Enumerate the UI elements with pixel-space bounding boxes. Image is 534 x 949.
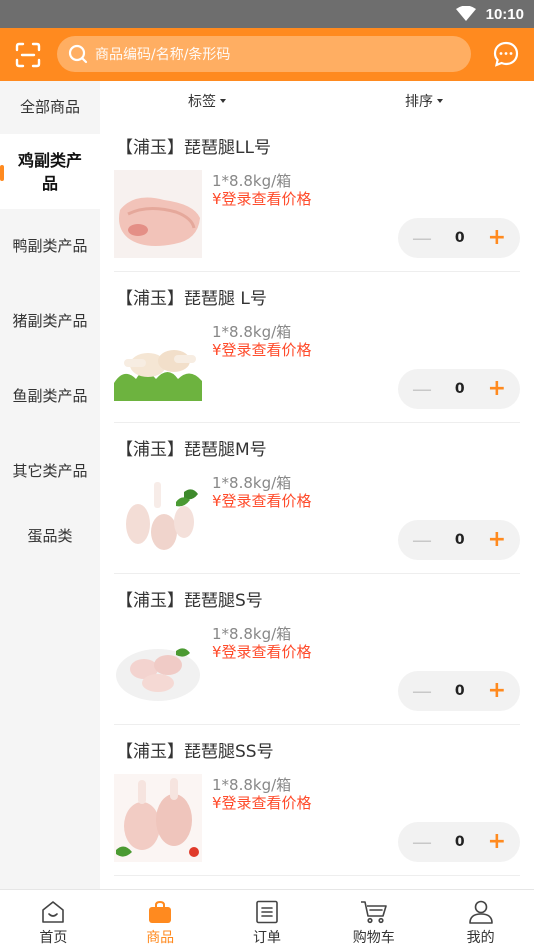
- home-icon: [42, 901, 65, 923]
- sidebar-item-label: 鸡副类产品: [17, 150, 82, 193]
- sidebar-item-all[interactable]: 全部商品: [0, 81, 100, 134]
- search-icon: [68, 44, 88, 64]
- quantity-stepper: — 0 +: [398, 520, 520, 560]
- product-title: 【浦玉】琵琶腿M号: [116, 440, 267, 460]
- quantity-stepper: — 0 +: [398, 671, 520, 711]
- minus-button[interactable]: —: [412, 832, 432, 852]
- tag-filter[interactable]: 标签: [188, 91, 226, 111]
- minus-button[interactable]: —: [412, 681, 432, 701]
- product-image: [114, 623, 202, 711]
- caret-down-icon: [220, 99, 226, 103]
- minus-button[interactable]: —: [412, 228, 432, 248]
- nav-cart[interactable]: 购物车: [320, 890, 427, 949]
- sidebar-item-label: 其它类产品: [12, 462, 88, 480]
- user-icon: [468, 900, 493, 924]
- message-button[interactable]: [492, 40, 520, 68]
- chat-bubble-icon: [493, 41, 519, 67]
- filter-bar: 标签 排序: [100, 81, 534, 121]
- product-price: ¥登录查看价格: [212, 190, 312, 208]
- sidebar-item-label: 全部商品: [19, 98, 80, 116]
- product-card[interactable]: 【浦玉】琵琶腿M号 1*8.8kg/箱 ¥登录查看价格 — 0 +: [114, 423, 520, 574]
- sidebar-item-label: 蛋品类: [27, 527, 73, 545]
- sidebar-item-eggs[interactable]: 蛋品类: [0, 509, 100, 564]
- shopping-bag-icon: [149, 900, 172, 923]
- quantity-value[interactable]: 0: [455, 230, 465, 246]
- scan-button[interactable]: [0, 28, 56, 81]
- sort-filter-label: 排序: [405, 94, 433, 110]
- nav-orders-label: 订单: [252, 930, 281, 946]
- product-title: 【浦玉】琵琶腿LL号: [116, 138, 271, 158]
- sidebar-item-label: 猪副类产品: [12, 312, 88, 330]
- nav-orders[interactable]: 订单: [214, 890, 321, 949]
- product-price: ¥登录查看价格: [212, 794, 312, 812]
- sort-filter[interactable]: 排序: [405, 91, 443, 111]
- nav-products[interactable]: 商品: [107, 890, 214, 949]
- product-list: 【浦玉】琵琶腿LL号 1*8.8kg/箱 ¥登录查看价格 — 0 + 【浦玉】琵…: [100, 121, 534, 876]
- nav-profile[interactable]: 我的: [427, 890, 534, 949]
- plus-button[interactable]: +: [488, 378, 506, 400]
- product-image: [114, 321, 202, 409]
- nav-home[interactable]: 首页: [0, 890, 107, 949]
- nav-products-label: 商品: [146, 930, 175, 946]
- product-price: ¥登录查看价格: [212, 341, 312, 359]
- quantity-value[interactable]: 0: [455, 532, 465, 548]
- quantity-stepper: — 0 +: [398, 369, 520, 409]
- product-image: [114, 774, 202, 862]
- sidebar-item-fish[interactable]: 鱼副类产品: [0, 359, 100, 434]
- quantity-stepper: — 0 +: [398, 218, 520, 258]
- product-price: ¥登录查看价格: [212, 492, 312, 510]
- search-input[interactable]: 商品编码/名称/条形码: [57, 36, 471, 72]
- wifi-icon: [455, 6, 476, 21]
- status-time: 10:10: [485, 5, 524, 23]
- product-card[interactable]: 【浦玉】琵琶腿SS号 1*8.8kg/箱 ¥登录查看价格 — 0 +: [114, 725, 520, 876]
- quantity-stepper: — 0 +: [398, 822, 520, 862]
- order-list-icon: [256, 900, 278, 924]
- quantity-value[interactable]: 0: [455, 683, 465, 699]
- product-image: [114, 170, 202, 258]
- status-bar: 10:10: [0, 0, 534, 28]
- bottom-nav: 首页 商品 订单 购物车 我的: [0, 889, 534, 949]
- tag-filter-label: 标签: [188, 94, 216, 110]
- product-card[interactable]: 【浦玉】琵琶腿LL号 1*8.8kg/箱 ¥登录查看价格 — 0 +: [114, 121, 520, 272]
- product-title: 【浦玉】琵琶腿S号: [116, 591, 263, 611]
- nav-profile-label: 我的: [466, 930, 495, 946]
- plus-button[interactable]: +: [488, 831, 506, 853]
- sidebar-item-duck[interactable]: 鸭副类产品: [0, 209, 100, 284]
- product-card[interactable]: 【浦玉】琵琶腿S号 1*8.8kg/箱 ¥登录查看价格 — 0 +: [114, 574, 520, 725]
- top-header: 商品编码/名称/条形码: [0, 28, 534, 81]
- product-card[interactable]: 【浦玉】琵琶腿 L号 1*8.8kg/箱 ¥登录查看价格 — 0 +: [114, 272, 520, 423]
- quantity-value[interactable]: 0: [455, 381, 465, 397]
- product-title: 【浦玉】琵琶腿SS号: [116, 742, 274, 762]
- sidebar-item-label: 鸭副类产品: [12, 237, 88, 255]
- plus-button[interactable]: +: [488, 227, 506, 249]
- sidebar-item-other[interactable]: 其它类产品: [0, 434, 100, 509]
- minus-button[interactable]: —: [412, 379, 432, 399]
- nav-home-label: 首页: [39, 930, 68, 946]
- product-price: ¥登录查看价格: [212, 643, 312, 661]
- minus-button[interactable]: —: [412, 530, 432, 550]
- caret-down-icon: [437, 99, 443, 103]
- nav-cart-label: 购物车: [352, 930, 395, 946]
- product-image: [114, 472, 202, 560]
- category-sidebar: 全部商品 鸡副类产品 鸭副类产品 猪副类产品 鱼副类产品 其它类产品 蛋品类: [0, 81, 100, 889]
- sidebar-item-chicken[interactable]: 鸡副类产品: [0, 134, 100, 209]
- quantity-value[interactable]: 0: [455, 834, 465, 850]
- plus-button[interactable]: +: [488, 680, 506, 702]
- cart-icon: [360, 901, 387, 924]
- sidebar-item-label: 鱼副类产品: [12, 387, 88, 405]
- search-placeholder: 商品编码/名称/条形码: [95, 47, 231, 63]
- product-title: 【浦玉】琵琶腿 L号: [116, 289, 267, 309]
- scan-icon: [15, 42, 41, 67]
- sidebar-item-pork[interactable]: 猪副类产品: [0, 284, 100, 359]
- plus-button[interactable]: +: [488, 529, 506, 551]
